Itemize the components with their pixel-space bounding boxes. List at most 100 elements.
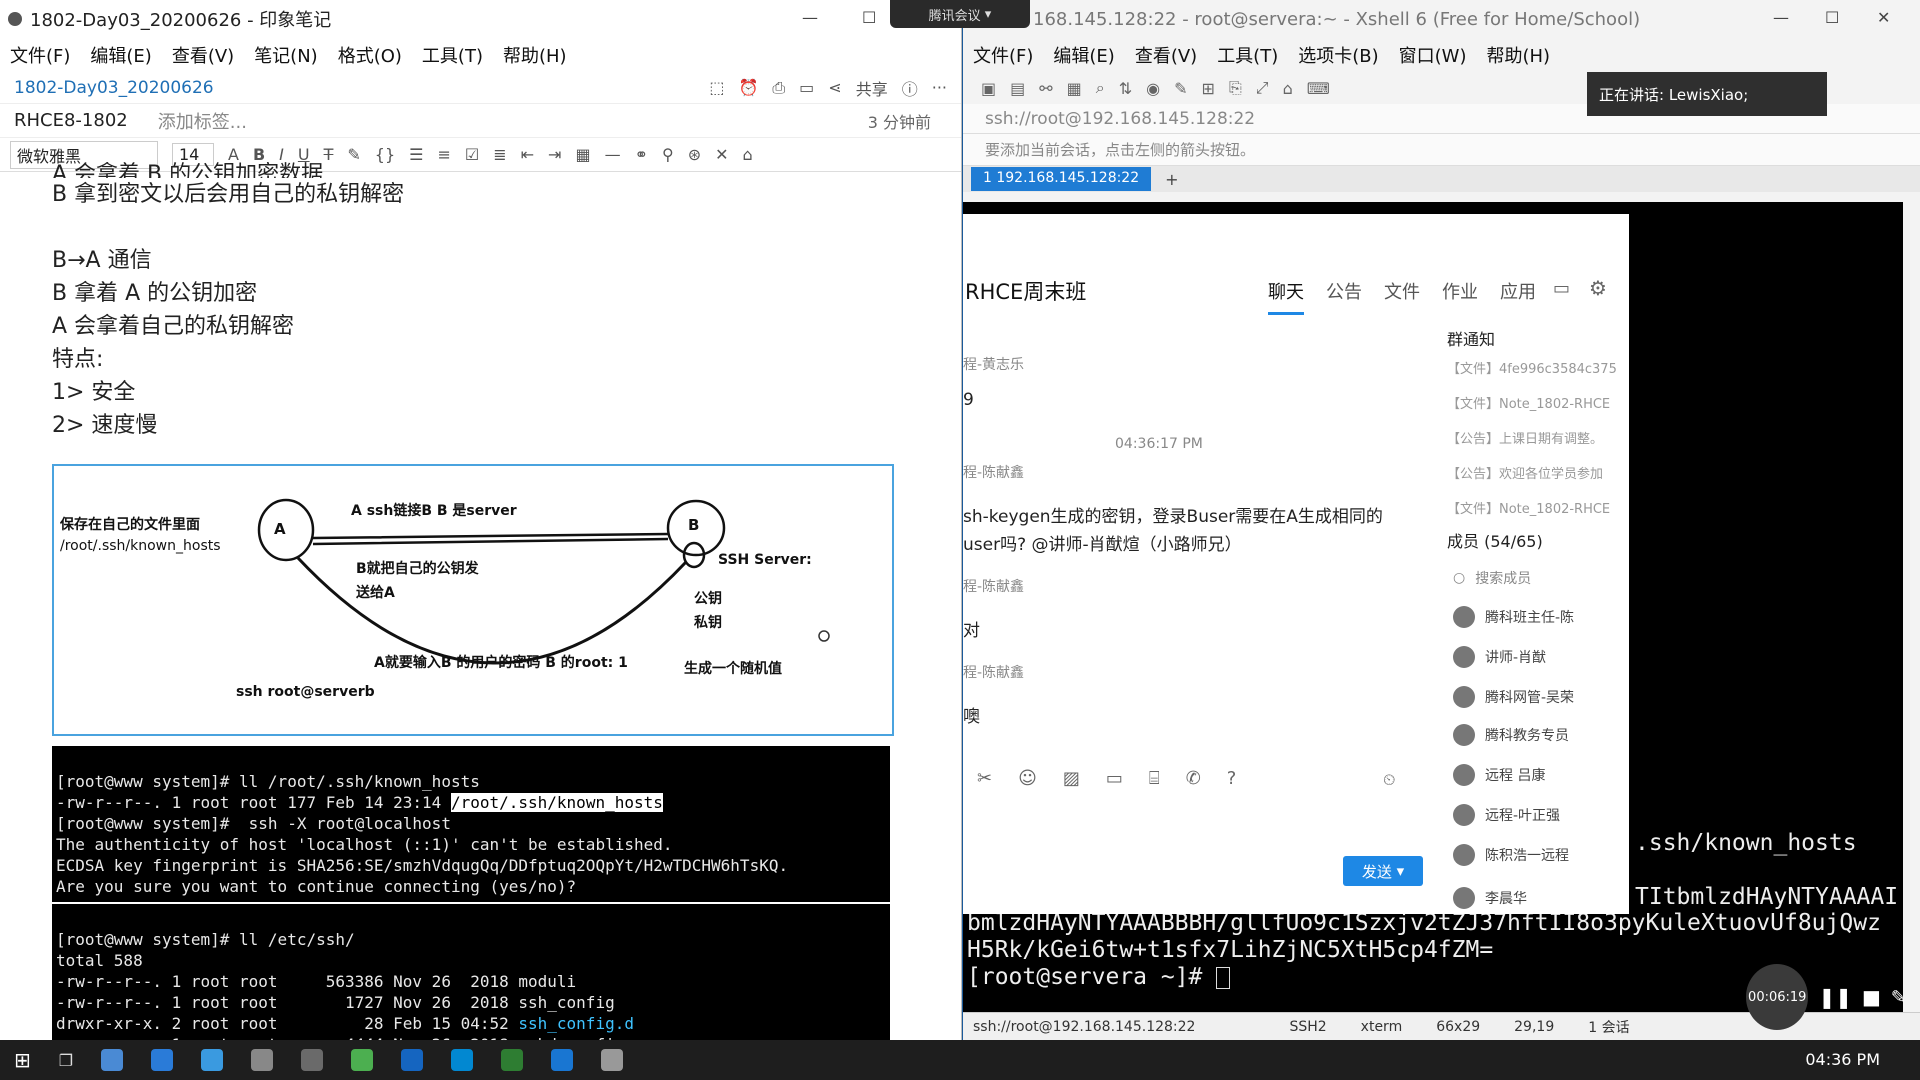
note-body[interactable]: A 会拿着 B 的公钥加密数据 B 拿到密文以后会用自己的私钥解密 B→A 通信… [52,162,932,442]
fullscreen-icon[interactable]: ⤢ [1256,78,1269,98]
menu-edit[interactable]: 编辑(E) [1053,42,1114,68]
address-input[interactable]: ssh://root@192.168.145.128:22 [985,109,1255,129]
member-item[interactable]: 腾科班主任-陈 [1453,606,1574,628]
compose-icon[interactable]: ⊞ [1202,79,1215,98]
browser-icon[interactable] [201,1049,224,1071]
reminder-icon[interactable]: ⏰ [738,78,758,97]
app-icon[interactable] [301,1049,324,1071]
app-icon[interactable] [251,1049,274,1071]
tab-chat[interactable]: 聊天 [1268,278,1304,315]
lock-icon[interactable]: ⌂ [1283,79,1293,98]
share-icon[interactable]: ⋖ [828,78,841,97]
reconnect-icon[interactable]: ⚯ [1039,79,1052,98]
screenshot-icon[interactable]: ⎘ [1229,78,1242,98]
member-item[interactable]: 腾科教务专员 [1453,724,1569,746]
menu-file[interactable]: 文件(F) [973,42,1033,68]
scissors-icon[interactable]: ✂ [977,768,992,789]
member-item[interactable]: 李晨华 [1453,884,1527,912]
menu-help[interactable]: 帮助(H) [503,42,567,68]
note-title[interactable]: 1802-Day03_20200626 [14,78,214,98]
tab-apps[interactable]: 应用 [1500,278,1536,315]
new-session-icon[interactable]: ▣ [981,79,996,98]
excel-icon[interactable] [501,1049,524,1071]
member-item[interactable]: 腾科网管-吴荣 [1453,686,1574,708]
tab-homework[interactable]: 作业 [1442,278,1478,315]
tab-files[interactable]: 文件 [1384,278,1420,315]
member-search[interactable]: ○ 搜索成员 [1453,568,1531,588]
pen-icon[interactable]: ✎ [1891,987,1906,1008]
menu-view[interactable]: 查看(V) [1135,42,1197,68]
evernote-taskbar-icon[interactable] [351,1049,374,1071]
script-icon[interactable]: ✎ [1174,79,1187,98]
taskbar-clock[interactable]: 04:36 PM [1805,1050,1880,1069]
menu-window[interactable]: 窗口(W) [1399,42,1467,68]
session-tab[interactable]: 1 192.168.145.128:22 [971,167,1152,191]
image-icon[interactable]: ▨ [1063,768,1080,789]
member-item[interactable]: 远程-叶正强 [1453,804,1560,826]
keyboard-icon[interactable]: ⌨ [1307,79,1330,98]
menu-file[interactable]: 文件(F) [10,42,70,68]
xshell-taskbar-icon[interactable] [401,1049,424,1071]
screen-share-icon[interactable]: ▭ [1553,278,1570,299]
menu-tabs[interactable]: 选项卡(B) [1298,42,1378,68]
close-icon[interactable]: ✕ [1877,8,1890,27]
minimize-icon[interactable]: — [1773,8,1789,27]
qq-group-window: RHCE周末班 聊天 公告 文件 作业 应用 ▭ ⚙ 程-黄志乐 9 04:36… [963,214,1629,914]
notice-item[interactable]: 【文件】Note_1802-RHCE [1447,498,1629,517]
app-icon[interactable] [601,1049,624,1071]
present-icon[interactable]: ▭ [799,78,814,97]
windows-start-icon[interactable]: ⊞ [14,1048,31,1072]
menu-view[interactable]: 查看(V) [172,42,234,68]
tab-notice[interactable]: 公告 [1326,278,1362,315]
menu-help[interactable]: 帮助(H) [1486,42,1550,68]
notice-item[interactable]: 【公告】欢迎各位学员参加 [1447,463,1629,482]
open-icon[interactable]: ▤ [1010,79,1025,98]
edge-icon[interactable] [151,1049,174,1071]
info-icon[interactable]: ⓘ [902,76,918,100]
menu-tools[interactable]: 工具(T) [1217,42,1278,68]
history-icon[interactable]: ⏲ [1383,770,1395,790]
globe-icon[interactable]: ◉ [1146,79,1160,98]
minimize-icon[interactable]: — [802,8,818,27]
terminal-line: bmlzdHAyNTYAAABBBH/gllfUo9c1Szxjv2tZJ37h… [967,910,1881,936]
notice-item[interactable]: 【公告】上课日期有调整。 [1447,428,1629,447]
member-item[interactable]: 远程 吕康 [1453,764,1545,786]
app-icon[interactable] [101,1049,124,1071]
evernote-menubar: 文件(F) 编辑(E) 查看(V) 笔记(N) 格式(O) 工具(T) 帮助(H… [0,38,961,72]
task-view-icon[interactable]: ❐ [59,1051,73,1070]
gift-icon[interactable]: ⌸ [1149,768,1160,789]
emoji-icon[interactable]: ☺ [1018,768,1037,789]
more-icon[interactable]: ··· [932,78,947,97]
menu-note[interactable]: 笔记(N) [254,42,318,68]
member-item[interactable]: 陈积浩一远程 [1453,844,1569,866]
find-icon[interactable]: ⌕ [1096,78,1105,98]
tag-input[interactable]: 添加标签... [158,108,247,134]
menu-tools[interactable]: 工具(T) [422,42,483,68]
notice-item[interactable]: 【文件】4fe996c3584c375 [1447,358,1629,377]
transfer-icon[interactable]: ⇅ [1119,79,1132,98]
phone-icon[interactable]: ✆ [1186,768,1201,789]
menu-format[interactable]: 格式(O) [338,42,402,68]
expand-icon[interactable]: ⬚ [709,78,724,97]
maximize-icon[interactable]: ☐ [1825,8,1839,27]
stop-icon[interactable]: ■ [1862,985,1881,1009]
meeting-bar[interactable]: 腾讯会议 ▾ [890,0,1030,28]
menu-edit[interactable]: 编辑(E) [90,42,151,68]
folder-icon[interactable]: ▭ [1106,768,1123,789]
send-button[interactable]: 发送 ▾ [1343,856,1423,886]
pause-icon[interactable]: ❚❚ [1818,985,1852,1009]
notebook-selector[interactable]: RHCE8-1802 [14,110,128,131]
app-icon[interactable] [551,1049,574,1071]
meeting-taskbar-icon[interactable] [451,1049,474,1071]
ssh-diagram-image[interactable]: A B 保存在自己的文件里面 /root/.ssh/known_hosts A … [52,464,894,736]
properties-icon[interactable]: ▦ [1067,79,1082,98]
share-button[interactable]: 共享 [856,76,888,100]
member-item[interactable]: 讲师-肖猷 [1453,646,1546,668]
add-tab-icon[interactable]: + [1165,170,1178,189]
notice-item[interactable]: 【文件】Note_1802-RHCE [1447,393,1629,412]
print-icon[interactable]: ⎙ [772,78,785,98]
question-icon[interactable]: ? [1227,768,1237,789]
gear-icon[interactable]: ⚙ [1589,276,1607,300]
note-line [52,211,932,244]
maximize-icon[interactable]: ☐ [862,8,876,27]
